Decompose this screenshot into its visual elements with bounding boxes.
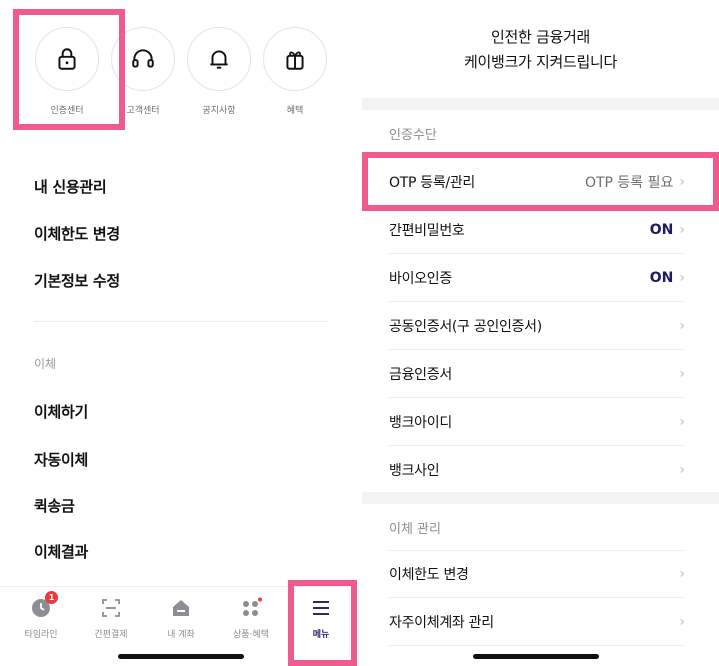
tab-easy-pay-label: 간편결제 <box>94 630 128 640</box>
row-simple-password[interactable]: 간편비밀번호 ON › <box>389 206 685 254</box>
tab-timeline-label: 타임라인 <box>24 630 58 640</box>
chevron-right-icon: › <box>679 173 685 190</box>
chevron-right-icon: › <box>679 317 685 334</box>
header-line-1: 인전한 금융거래 <box>491 28 590 46</box>
tab-timeline[interactable]: 1 타임라인 <box>9 591 73 640</box>
grid-dots-icon <box>240 597 262 619</box>
transfer-limit-label: 이체한도 변경 <box>389 567 469 583</box>
row-financial-certificate[interactable]: 금융인증서 › <box>389 350 685 398</box>
biometric-label: 바이오인증 <box>389 270 452 287</box>
chevron-right-icon: › <box>679 613 685 630</box>
benefits-button[interactable] <box>263 27 327 91</box>
row-joint-certificate[interactable]: 공동인증서(구 공인인증서) › <box>389 302 685 350</box>
benefits-shortcut[interactable]: 혜택 <box>263 27 327 116</box>
headset-icon <box>132 49 154 68</box>
menu-auto-transfer[interactable]: 자동이체 <box>34 449 88 470</box>
menu-transfer[interactable]: 이체하기 <box>34 401 88 422</box>
bank-sign-label: 뱅크사인 <box>389 463 440 479</box>
tab-menu[interactable]: 메뉴 <box>289 597 353 640</box>
bank-id-label: 뱅크아이디 <box>389 414 452 431</box>
home-indicator <box>118 654 244 659</box>
menu-transfer-limit[interactable]: 이체한도 변경 <box>34 223 120 244</box>
tab-my-account-label: 내 계좌 <box>167 630 195 640</box>
header-line-2: 케이뱅크가 지켜드립니다 <box>464 53 617 71</box>
notice-button[interactable] <box>187 27 251 91</box>
tab-menu-label: 메뉴 <box>312 630 330 640</box>
menu-screen: 인증센터 고객센터 공지사항 혜택 내 신용관리 이체한도 변경 기본정보 수정… <box>0 0 357 666</box>
otp-status: OTP 등록 필요 <box>584 174 674 191</box>
chevron-right-icon: › <box>679 221 685 238</box>
auth-center-screen: 인전한 금융거래 케이뱅크가 지켜드립니다 인증수단 OTP 등록/관리 OTP… <box>362 0 719 666</box>
row-bank-sign[interactable]: 뱅크사인 › <box>389 446 685 494</box>
customer-center-shortcut[interactable]: 고객센터 <box>111 27 175 116</box>
tab-easy-pay[interactable]: 간편결제 <box>79 597 143 640</box>
row-transfer-limit[interactable]: 이체한도 변경 › <box>389 550 685 598</box>
row-biometric[interactable]: 바이오인증 ON › <box>389 254 685 302</box>
chevron-right-icon: › <box>679 462 685 478</box>
chevron-right-icon: › <box>679 566 685 582</box>
section-divider <box>34 321 327 322</box>
transfer-mgmt-section-title: 이체 관리 <box>389 522 441 537</box>
auth-center-button[interactable] <box>35 27 99 91</box>
tab-my-account[interactable]: 내 계좌 <box>149 597 213 640</box>
frequent-accounts-label: 자주이체계좌 관리 <box>389 614 494 631</box>
tab-products-benefits[interactable]: 상품·혜택 <box>219 597 283 640</box>
menu-icon <box>310 597 332 619</box>
simple-password-label: 간편비밀번호 <box>389 222 465 239</box>
joint-certificate-label: 공동인증서(구 공인인증서) <box>389 318 542 335</box>
home-indicator <box>473 654 599 659</box>
transfer-section-title: 이체 <box>34 357 57 371</box>
simple-password-status: ON <box>649 221 674 238</box>
tab-products-benefits-label: 상품·혜택 <box>233 630 269 640</box>
notice-shortcut[interactable]: 공지사항 <box>187 27 251 116</box>
auth-section-title: 인증수단 <box>389 128 437 143</box>
section-separator <box>362 98 719 110</box>
scan-icon <box>100 597 122 619</box>
menu-edit-basic-info[interactable]: 기본정보 수정 <box>34 270 120 291</box>
chevron-right-icon: › <box>679 365 685 382</box>
otp-label: OTP 등록/관리 <box>389 174 476 191</box>
customer-center-button[interactable] <box>111 27 175 91</box>
lock-icon <box>58 48 76 70</box>
chevron-right-icon: › <box>679 269 685 286</box>
clock-icon: 1 <box>30 591 58 619</box>
menu-transfer-results[interactable]: 이체결과 <box>34 541 88 562</box>
section-separator <box>362 492 719 504</box>
auth-center-label: 인증센터 <box>50 106 84 116</box>
financial-certificate-label: 금융인증서 <box>389 366 452 383</box>
row-otp-management[interactable]: OTP 등록/관리 OTP 등록 필요 › <box>389 158 685 206</box>
menu-credit-management[interactable]: 내 신용관리 <box>34 176 107 197</box>
menu-quick-send[interactable]: 퀵송금 <box>34 495 75 516</box>
bell-icon <box>210 50 228 69</box>
customer-center-label: 고객센터 <box>126 106 160 116</box>
auth-center-shortcut[interactable]: 인증센터 <box>35 27 99 116</box>
notice-label: 공지사항 <box>202 106 236 116</box>
home-icon <box>170 597 192 619</box>
row-frequent-accounts[interactable]: 자주이체계좌 관리 › <box>389 598 685 646</box>
gift-icon <box>286 51 304 70</box>
biometric-status: ON <box>649 269 674 286</box>
row-bank-id[interactable]: 뱅크아이디 › <box>389 398 685 446</box>
benefits-label: 혜택 <box>286 106 304 116</box>
chevron-right-icon: › <box>679 413 685 430</box>
notification-badge: 1 <box>45 591 58 604</box>
